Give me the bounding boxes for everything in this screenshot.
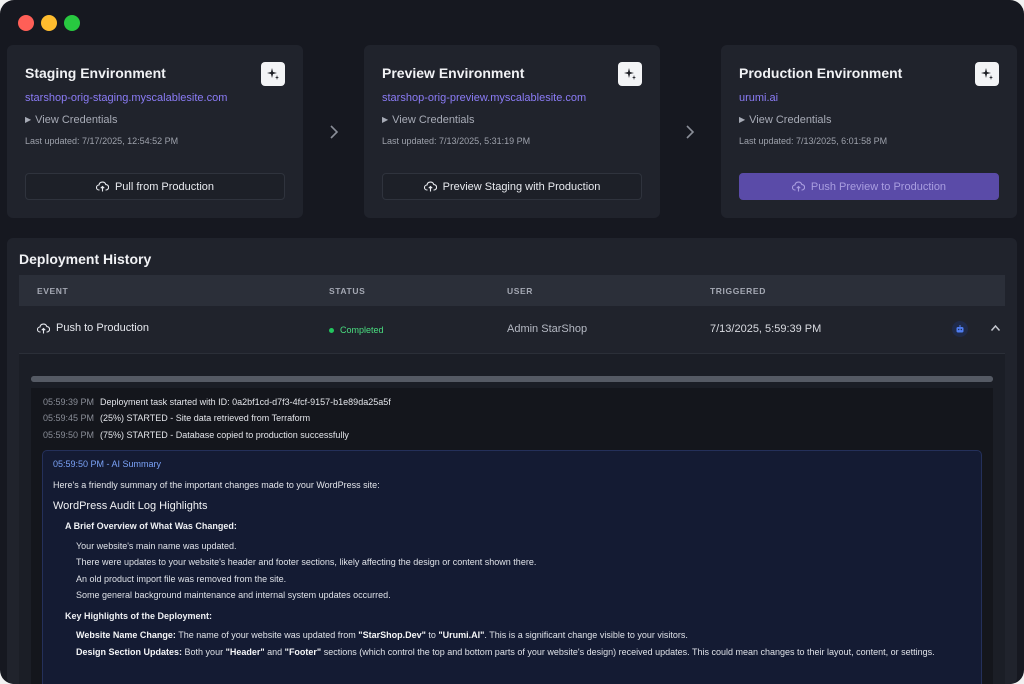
- ai-summary-heading: WordPress Audit Log Highlights: [53, 500, 208, 512]
- caret-right-icon: ▶: [739, 115, 746, 124]
- highlights-heading: Key Highlights of the Deployment:: [65, 611, 213, 621]
- production-card: Production Environment urumi.ai ▶ View Cr…: [721, 45, 1017, 218]
- bot-icon[interactable]: [952, 321, 968, 337]
- minimize-window-button[interactable]: [41, 15, 57, 31]
- ai-summary-intro: Here's a friendly summary of the importa…: [53, 480, 380, 490]
- staging-card: Staging Environment starshop-orig-stagin…: [7, 45, 303, 218]
- pull-from-production-button[interactable]: Pull from Production: [25, 173, 285, 200]
- last-updated-text: Last updated: 7/13/2025, 6:01:58 PM: [739, 136, 888, 146]
- close-window-button[interactable]: [18, 15, 34, 31]
- status-badge: Completed: [329, 325, 384, 335]
- push-preview-to-production-button[interactable]: Push Preview to Production: [739, 173, 999, 200]
- app-window: Staging Environment starshop-orig-stagin…: [0, 0, 1024, 684]
- button-label: Preview Staging with Production: [442, 180, 601, 193]
- cloud-upload-icon: [423, 181, 437, 192]
- highlight-text: and: [264, 647, 285, 657]
- deployment-details: 05:59:39 PM Deployment task started with …: [19, 354, 1005, 684]
- event-label: Push to Production: [56, 322, 149, 334]
- highlight-text: sections (which control the top and bott…: [321, 647, 935, 657]
- highlight-label: Website Name Change:: [76, 630, 176, 640]
- sparkle-icon[interactable]: [618, 62, 642, 86]
- log-line: 05:59:50 PM (75%) STARTED - Database copi…: [43, 430, 349, 440]
- log-timestamp: 05:59:39 PM: [43, 397, 95, 407]
- view-credentials-toggle[interactable]: ▶ View Credentials: [25, 114, 118, 126]
- environment-url-link[interactable]: starshop-orig-staging.myscalablesite.com: [25, 92, 227, 104]
- highlight-text: The name of your website was updated fro…: [178, 630, 359, 640]
- highlight-value: "Urumi.AI": [438, 630, 485, 640]
- event-cell: Push to Production: [37, 322, 149, 334]
- card-title: Staging Environment: [25, 65, 166, 81]
- list-item: There were updates to your website's hea…: [76, 557, 537, 567]
- cloud-upload-icon: [37, 323, 50, 333]
- button-label: Push Preview to Production: [810, 180, 947, 193]
- list-item: Your website's main name was updated.: [76, 541, 237, 551]
- section-title: Deployment History: [19, 251, 152, 267]
- cloud-upload-icon: [791, 181, 805, 192]
- environment-cards: Staging Environment starshop-orig-stagin…: [7, 45, 1017, 218]
- list-item: An old product import file was removed f…: [76, 574, 287, 584]
- log-text: Deployment task started with ID: 0a2bf1c…: [100, 397, 391, 407]
- table-header: EVENT STATUS USER TRIGGERED: [19, 275, 1005, 306]
- highlight-label: Design Section Updates:: [76, 647, 183, 657]
- last-updated-text: Last updated: 7/17/2025, 12:54:52 PM: [25, 136, 179, 146]
- deployment-progress-bar: [31, 376, 993, 382]
- ai-summary-box: 05:59:50 PM - AI Summary Here's a friend…: [42, 450, 982, 684]
- log-panel[interactable]: 05:59:39 PM Deployment task started with …: [31, 388, 993, 684]
- status-dot-icon: [329, 327, 334, 333]
- status-label: Completed: [340, 325, 384, 335]
- sparkle-icon[interactable]: [975, 62, 999, 86]
- button-label: Pull from Production: [114, 180, 215, 193]
- highlight-text: . This is a significant change visible t…: [484, 630, 688, 640]
- log-text: (25%) STARTED - Site data retrieved from…: [100, 413, 311, 423]
- highlight-value: "Header": [225, 647, 265, 657]
- cloud-upload-icon: [95, 181, 109, 192]
- column-header-event[interactable]: EVENT: [37, 286, 68, 296]
- sparkle-icon[interactable]: [261, 62, 285, 86]
- column-header-status[interactable]: STATUS: [329, 286, 365, 296]
- card-title: Production Environment: [739, 65, 903, 81]
- ai-summary-header: 05:59:50 PM - AI Summary: [53, 459, 162, 469]
- caret-right-icon: ▶: [382, 115, 389, 124]
- chevron-right-icon: [324, 117, 344, 147]
- caret-right-icon: ▶: [25, 115, 32, 124]
- progress-fill: [31, 376, 993, 382]
- log-line: 05:59:39 PM Deployment task started with …: [43, 397, 391, 407]
- last-updated-text: Last updated: 7/13/2025, 5:31:19 PM: [382, 136, 531, 146]
- user-cell: Admin StarShop: [507, 323, 588, 335]
- log-text: (75%) STARTED - Database copied to produ…: [100, 430, 349, 440]
- column-header-triggered[interactable]: TRIGGERED: [710, 286, 766, 296]
- card-title: Preview Environment: [382, 65, 525, 81]
- log-timestamp: 05:59:50 PM: [43, 430, 95, 440]
- chevron-right-icon: [680, 117, 700, 147]
- highlight-text: Both your: [184, 647, 226, 657]
- environment-url-link[interactable]: starshop-orig-preview.myscalablesite.com: [382, 92, 586, 104]
- log-timestamp: 05:59:45 PM: [43, 413, 95, 423]
- triggered-cell: 7/13/2025, 5:59:39 PM: [710, 323, 822, 335]
- highlight-value: "Footer": [284, 647, 322, 657]
- highlight-text: to: [425, 630, 439, 640]
- table-row[interactable]: Push to Production Completed Admin StarS…: [19, 306, 1005, 354]
- chevron-up-icon[interactable]: [987, 320, 1003, 336]
- highlight-website-name: Website Name Change: The name of your we…: [76, 628, 956, 643]
- credentials-label: View Credentials: [35, 114, 118, 126]
- view-credentials-toggle[interactable]: ▶ View Credentials: [739, 114, 832, 126]
- environment-url-link[interactable]: urumi.ai: [739, 92, 778, 104]
- credentials-label: View Credentials: [749, 114, 832, 126]
- column-header-user[interactable]: USER: [507, 286, 533, 296]
- preview-staging-with-production-button[interactable]: Preview Staging with Production: [382, 173, 642, 200]
- credentials-label: View Credentials: [392, 114, 475, 126]
- log-line: 05:59:45 PM (25%) STARTED - Site data ret…: [43, 413, 310, 423]
- deployment-history-panel: Deployment History EVENT STATUS USER TRI…: [7, 238, 1017, 684]
- overview-heading: A Brief Overview of What Was Changed:: [65, 521, 237, 531]
- preview-card: Preview Environment starshop-orig-previe…: [364, 45, 660, 218]
- view-credentials-toggle[interactable]: ▶ View Credentials: [382, 114, 475, 126]
- window-controls: [18, 15, 80, 31]
- highlight-design-sections: Design Section Updates: Both your "Heade…: [76, 645, 956, 660]
- list-item: Some general background maintenance and …: [76, 590, 391, 600]
- highlight-value: "StarShop.Dev": [358, 630, 426, 640]
- maximize-window-button[interactable]: [64, 15, 80, 31]
